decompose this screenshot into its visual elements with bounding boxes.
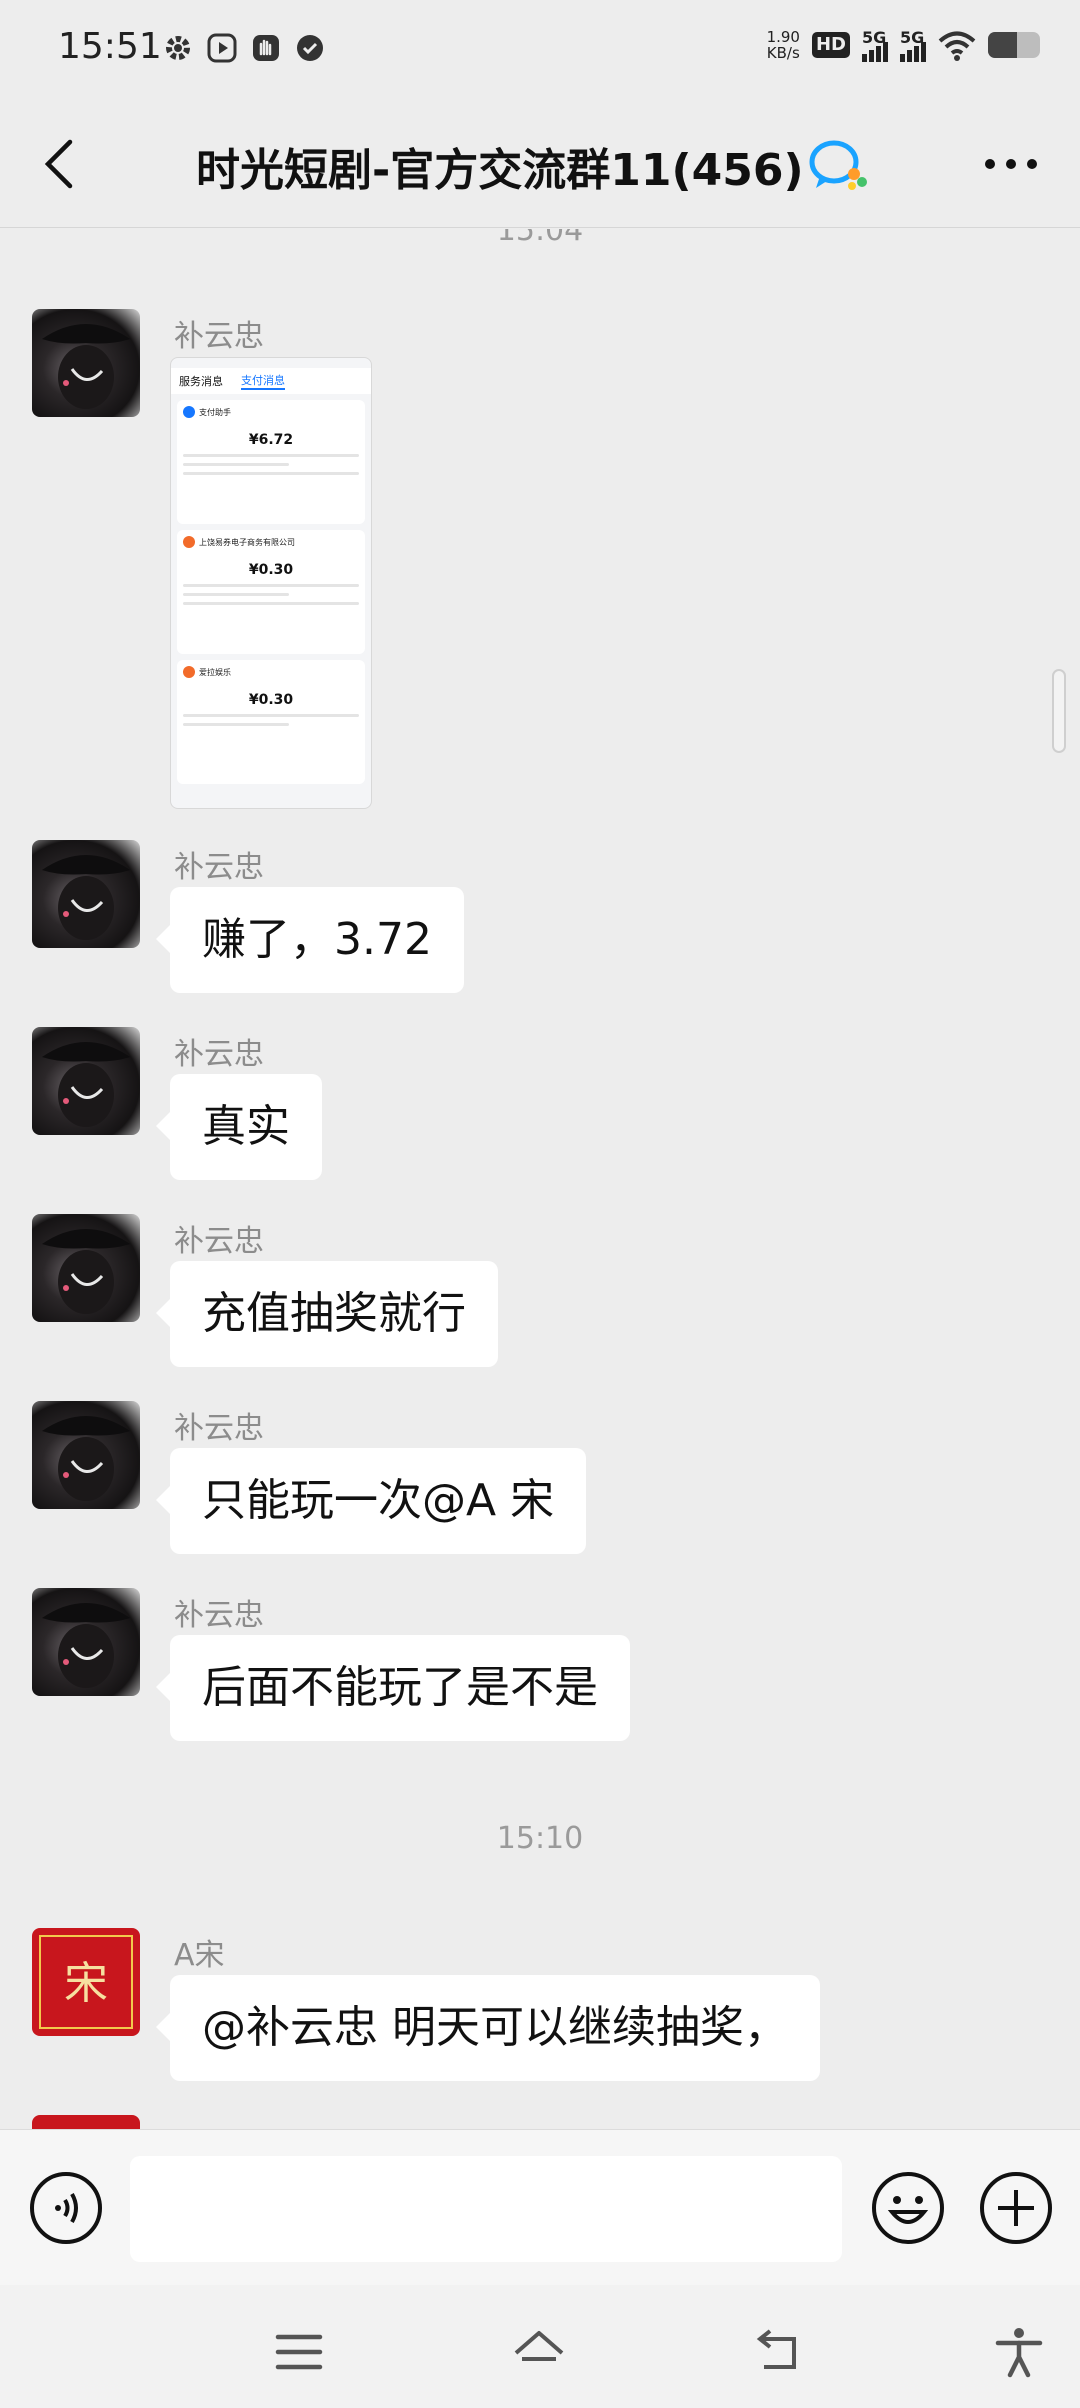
add-button[interactable] [978,2170,1054,2246]
thumb-card-title: 爱拉娱乐 [199,667,231,677]
sender-name: 补云忠 [174,1224,264,1259]
avatar[interactable] [32,1401,140,1509]
thumb-card-title: 上饶易券电子商务有限公司 [199,537,295,547]
page-title: 时光短剧-官方交流群11(456) [196,145,804,196]
avatar[interactable] [32,2115,140,2129]
avatar[interactable]: 宋 [32,1928,140,2036]
more-options-button[interactable] [982,150,1040,178]
thumb-tabs: 服务消息 支付消息 [171,368,371,394]
signal-5g-1-icon: 5G [862,28,888,62]
message-bubble[interactable]: 后面不能玩了是不是 [156,1635,630,1741]
message-input[interactable] [130,2156,842,2262]
menu-icon [275,2334,323,2370]
emoji-icon [872,2172,944,2244]
return-icon [756,2329,796,2369]
message-bubble[interactable]: @补云忠 明天可以继续抽奖， [156,1975,820,2081]
menu-button[interactable] [272,2325,326,2379]
avatar[interactable] [32,309,140,417]
message-bubble[interactable]: 充值抽奖就行 [156,1261,498,1367]
system-navigation-bar [0,2285,1080,2408]
sender-name: A宋 [174,1938,225,1973]
thumb-card: 爱拉娱乐 ¥0.30 [177,660,365,784]
status-time: 15:51 [58,26,162,67]
emoji-button[interactable] [870,2170,946,2246]
status-notification-icons [162,32,326,64]
message-bubble[interactable]: 只能玩一次@A 宋 [155,1448,587,1554]
thumb-card-amount: ¥6.72 [248,432,294,448]
avatar[interactable] [32,1588,140,1696]
accessibility-icon [995,2328,1043,2378]
signal-5g-2-icon: 5G [900,28,926,62]
check-circle-icon [294,32,326,64]
image-message[interactable]: 服务消息 支付消息 支付助手 ¥6.72 上饶易券电子商务有限公司 ¥0.30 … [170,357,372,809]
thumb-card-amount: ¥0.30 [248,692,294,708]
thumb-card-title: 支付助手 [199,407,231,417]
hand-app-icon [250,32,282,64]
back-nav-button[interactable] [752,2325,806,2379]
thumb-card-amount: ¥0.30 [248,562,294,578]
hd-badge: HD [811,32,850,58]
network-speed-unit: KB/s [766,44,800,62]
scrollbar-handle[interactable] [1052,669,1066,753]
avatar-text: 宋 [64,1958,108,2009]
voice-button[interactable] [28,2170,104,2246]
more-dots-icon [985,159,1037,169]
message-bubble[interactable]: 真实 [156,1074,322,1180]
thumb-tab-service: 服务消息 [179,375,223,388]
home-icon [514,2331,564,2361]
wifi-icon [938,29,976,61]
time-divider: 15:10 [496,1821,584,1856]
status-right: 1.90 KB/s HD 5G 5G [767,28,1040,62]
signal-label: 5G [862,28,887,47]
time-divider: 15:04 [496,229,584,248]
sender-name: 补云忠 [174,319,264,354]
status-bar: 15:51 1.90 KB/s HD 5G 5G [0,0,1080,100]
thumb-card: 支付助手 ¥6.72 [177,400,365,524]
chat-header: 时光短剧-官方交流群11(456) [0,100,1080,228]
sender-name: 补云忠 [174,1037,264,1072]
plus-icon [980,2172,1052,2244]
thumb-status-bar [171,358,371,368]
thumb-card: 上饶易券电子商务有限公司 ¥0.30 [177,530,365,654]
battery-icon [988,32,1040,58]
chevron-left-icon [44,139,73,189]
network-speed: 1.90 KB/s [767,29,800,61]
gear-icon [162,32,194,64]
voice-icon [30,2172,102,2244]
message-bubble[interactable]: 赚了，3.72 [156,887,464,993]
input-bar [0,2129,1080,2285]
thumb-tab-payment: 支付消息 [241,372,285,390]
back-button[interactable] [40,136,80,192]
sender-name: 补云忠 [174,850,264,885]
sender-name: 补云忠 [174,1598,264,1633]
avatar[interactable] [32,1027,140,1135]
play-box-icon [206,32,238,64]
avatar[interactable] [32,1214,140,1322]
accessibility-button[interactable] [992,2325,1046,2379]
signal-label: 5G [900,28,925,47]
sender-name: 补云忠 [174,1411,264,1446]
group-chat-icon [808,138,870,194]
avatar[interactable] [32,840,140,948]
home-button[interactable] [512,2325,566,2379]
network-speed-value: 1.90 [766,28,800,46]
chat-message-list[interactable]: 15:04 补云忠 服务消息 支付消息 支付助手 ¥6.72 上饶易券电子商务有… [0,229,1080,2129]
